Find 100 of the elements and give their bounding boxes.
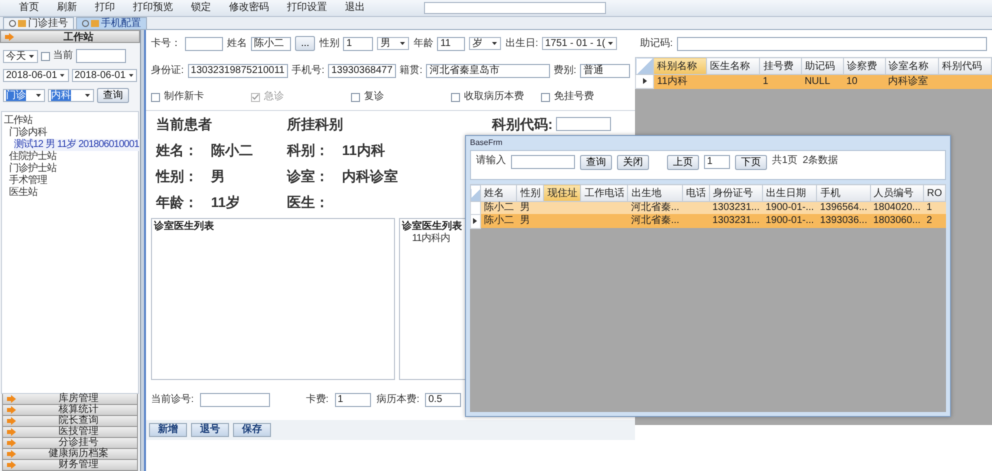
origin-field[interactable]: 河北省秦皇岛市: [426, 64, 550, 78]
module-bar[interactable]: 库房管理: [2, 394, 138, 405]
menu-item[interactable]: 打印设置: [278, 2, 336, 14]
tree-node[interactable]: 11内科内: [412, 233, 450, 245]
menu-item[interactable]: 修改密码: [220, 2, 278, 14]
column-header[interactable]: 诊察费: [843, 58, 886, 74]
checkbox[interactable]: [541, 92, 550, 102]
field-label: 出生日:: [505, 38, 538, 50]
date-picker[interactable]: 2018-06-01: [3, 69, 68, 82]
row-header[interactable]: [470, 214, 480, 228]
checkbox[interactable]: [351, 92, 360, 102]
tree-node[interactable]: 门诊护士站: [9, 163, 56, 175]
card-fee-field[interactable]: 1: [334, 393, 371, 407]
period-dropdown[interactable]: 今天: [3, 50, 38, 62]
menu-item[interactable]: 退出: [336, 2, 374, 14]
book-fee-field[interactable]: 0.5: [425, 393, 462, 407]
column-header[interactable]: 性别: [516, 184, 544, 202]
age-field[interactable]: 11: [437, 36, 466, 50]
column-header[interactable]: 工作电话: [580, 184, 628, 202]
field-label: 科别代码:: [492, 116, 553, 132]
name-field[interactable]: 陈小二: [251, 36, 291, 50]
field-value: 11岁: [211, 194, 240, 210]
checkbox[interactable]: [151, 92, 160, 102]
tree-node[interactable]: 工作站: [4, 115, 32, 127]
column-header[interactable]: 科别名称: [654, 58, 707, 74]
column-header[interactable]: 助记码: [802, 58, 844, 74]
query-button[interactable]: 查询: [580, 155, 612, 170]
checkbox[interactable]: [41, 52, 50, 60]
column-header[interactable]: 出生日期: [762, 184, 817, 202]
module-bar[interactable]: 健康病历档案: [2, 449, 138, 460]
tree-node[interactable]: 门诊内科: [9, 127, 47, 139]
menu-item[interactable]: 锁定: [182, 2, 220, 14]
toolbar-field[interactable]: [424, 2, 606, 14]
column-header[interactable]: 科别代码: [938, 58, 992, 74]
column-header[interactable]: 出生地: [628, 184, 682, 202]
field-label: 科别：: [287, 142, 329, 158]
field-label: 请输入: [476, 155, 506, 167]
birth-date-picker[interactable]: 1751 - 01 - 1(: [542, 37, 618, 50]
close-button[interactable]: 关闭: [617, 155, 649, 170]
checkbox[interactable]: [451, 92, 460, 102]
field-label: 身份证:: [151, 64, 184, 76]
tab[interactable]: 门诊挂号: [3, 17, 74, 29]
tree-node[interactable]: 医生站: [9, 187, 38, 199]
action-button[interactable]: 新增: [149, 423, 187, 437]
table-cell: [938, 74, 992, 88]
query-button[interactable]: 查询: [97, 88, 129, 103]
number-field[interactable]: [200, 393, 270, 407]
column-header[interactable]: 医生名称: [706, 58, 760, 74]
table-cell: 10: [843, 74, 886, 88]
column-header[interactable]: 手机: [816, 184, 870, 202]
prev-page-button[interactable]: 上页: [667, 155, 699, 170]
module-bar[interactable]: 分诊挂号: [2, 438, 138, 449]
menu-item[interactable]: 打印预览: [124, 2, 182, 14]
date-picker[interactable]: 2018-06-01: [72, 69, 137, 82]
table-cell: 1804020...: [870, 202, 924, 214]
tree-node[interactable]: 测试12 男 11岁 201806010001: [14, 139, 140, 151]
card-field[interactable]: [185, 36, 223, 50]
column-header[interactable]: 姓名: [480, 184, 517, 202]
section-heading: 所挂科别: [287, 116, 343, 132]
menu-item[interactable]: 刷新: [48, 2, 86, 14]
dept-dropdown[interactable]: 内科: [48, 89, 94, 102]
checkbox-label: 制作新卡: [164, 91, 204, 103]
tree-node[interactable]: 住院护士站: [9, 151, 56, 163]
row-pointer-icon: [642, 78, 646, 84]
column-header[interactable]: 挂号费: [760, 58, 802, 74]
action-button[interactable]: 退号: [191, 423, 229, 437]
menu-item[interactable]: 打印: [86, 2, 124, 14]
sex-code-field[interactable]: 1: [343, 36, 374, 50]
fee-field[interactable]: 普通: [580, 64, 630, 78]
age-unit-dropdown[interactable]: 岁: [469, 37, 502, 50]
column-header[interactable]: RO: [924, 184, 946, 202]
column-header[interactable]: 现住址: [544, 184, 581, 202]
menu-item[interactable]: 首页: [10, 2, 48, 14]
column-header[interactable]: 人员编号: [870, 184, 924, 202]
column-header[interactable]: 诊室名称: [885, 58, 938, 74]
action-button[interactable]: 保存: [233, 423, 271, 437]
module-bar[interactable]: 财务管理: [2, 460, 138, 471]
row-header[interactable]: [636, 74, 654, 88]
text-field[interactable]: [76, 49, 126, 63]
caret-icon: [59, 72, 66, 79]
search-field[interactable]: [511, 155, 575, 169]
module-bar[interactable]: 院长查询: [2, 416, 138, 427]
id-field[interactable]: 13032319875210011: [188, 64, 288, 78]
next-page-button[interactable]: 下页: [735, 155, 767, 170]
column-header[interactable]: 电话: [682, 184, 710, 202]
page-field[interactable]: 1: [704, 155, 730, 169]
browse-button[interactable]: ...: [295, 36, 316, 51]
checkbox-label: 复诊: [364, 91, 384, 103]
column-header[interactable]: 身份证号: [709, 184, 763, 202]
code-field[interactable]: [556, 117, 611, 131]
type-dropdown[interactable]: 门诊: [3, 89, 45, 102]
field-label: 籍贯:: [400, 64, 422, 76]
mnemonic-field[interactable]: [676, 36, 987, 50]
table-cell: 1396564...: [816, 202, 870, 214]
sex-dropdown[interactable]: 男: [377, 37, 410, 50]
tab[interactable]: 手机配置: [76, 17, 147, 29]
phone-field[interactable]: 13930368477: [328, 64, 396, 78]
module-bar[interactable]: 医技管理: [2, 427, 138, 438]
module-bar[interactable]: 核算统计: [2, 405, 138, 416]
tree-node[interactable]: 手术管理: [9, 175, 47, 187]
